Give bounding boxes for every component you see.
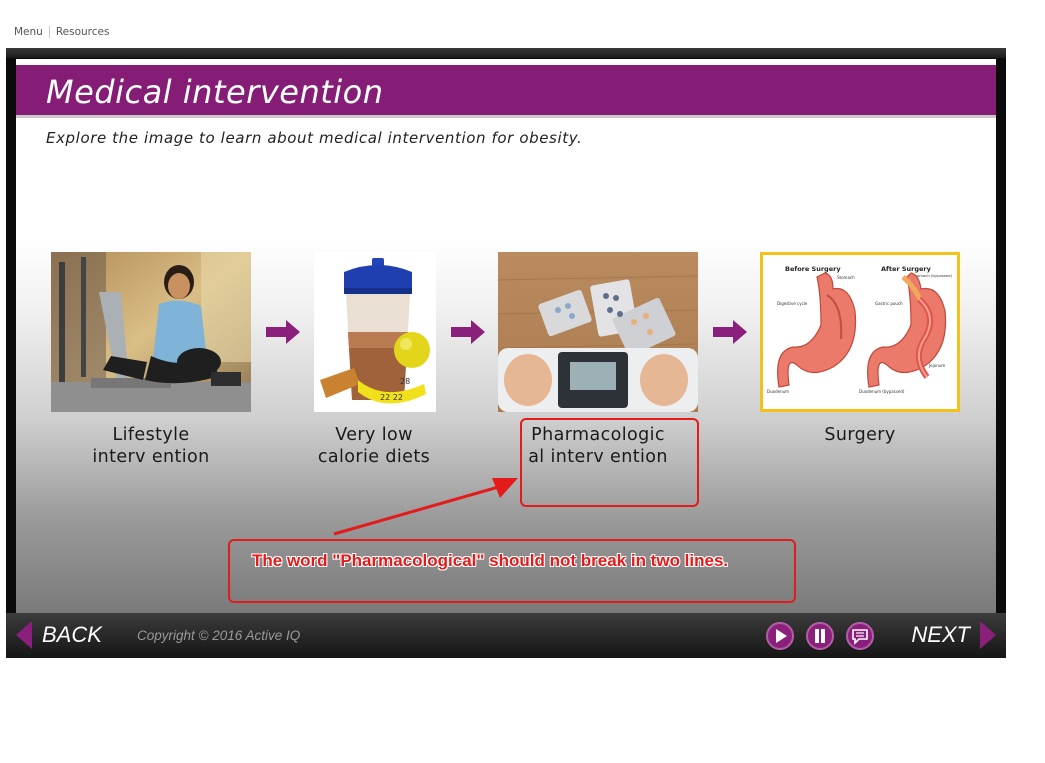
svg-text:Stomach: Stomach <box>837 275 855 280</box>
back-label: BACK <box>42 622 102 647</box>
svg-text:Before Surgery: Before Surgery <box>785 265 841 273</box>
play-icon <box>776 629 787 643</box>
pharmacological-image[interactable] <box>498 252 698 412</box>
lifestyle-image[interactable] <box>51 252 251 412</box>
back-button[interactable]: BACK <box>16 621 102 649</box>
arrow-right-icon <box>713 320 747 344</box>
svg-text:Duodenum: Duodenum <box>767 389 789 394</box>
woman-exercise-bike-photo <box>51 252 251 412</box>
stomach-surgery-diagram: Before Surgery After Surgery Stomach Dig… <box>763 255 957 409</box>
pause-icon <box>815 629 825 643</box>
card-label-line1: Surgery <box>824 425 896 445</box>
card-label-line1: Very low <box>335 425 413 445</box>
pills-on-scale-photo <box>498 252 698 412</box>
chevron-right-icon <box>980 621 996 649</box>
chevron-left-icon <box>16 621 32 649</box>
title-bar: Medical intervention <box>16 65 996 118</box>
card-label-line2: calorie diets <box>317 447 431 467</box>
vlcd-image[interactable]: 22 22 28 <box>314 252 436 412</box>
svg-text:After Surgery: After Surgery <box>881 265 932 273</box>
top-menu: Menu Resources <box>8 24 115 40</box>
card-label-line2: interv ention <box>92 447 210 467</box>
pause-button[interactable] <box>806 622 834 650</box>
annotation-highlight-box <box>520 418 699 507</box>
captions-button[interactable] <box>846 622 874 650</box>
play-button[interactable] <box>766 622 794 650</box>
arrow-right-icon <box>451 320 485 344</box>
svg-text:Digestive cycle: Digestive cycle <box>777 301 808 306</box>
svg-text:22 22: 22 22 <box>380 393 403 402</box>
svg-text:Duodenum (bypassed): Duodenum (bypassed) <box>859 389 905 394</box>
surgery-image[interactable]: Before Surgery After Surgery Stomach Dig… <box>760 252 960 412</box>
card-label-vlcd: Very low calorie diets <box>274 424 474 468</box>
next-label: NEXT <box>911 622 970 647</box>
arrow-right-icon <box>266 320 300 344</box>
caption-icon <box>852 629 868 645</box>
player-top-edge <box>6 48 1006 58</box>
bottom-navbar: BACK Copyright © 2016 Active IQ NEXT <box>6 613 1006 658</box>
card-label-line1: Lifestyle <box>112 425 190 445</box>
page-title: Medical intervention <box>46 73 384 111</box>
annotation-note-box <box>228 539 796 603</box>
annotation-note: The word "Pharmacological" should not br… <box>252 551 729 570</box>
card-label-surgery: Surgery <box>760 424 960 446</box>
slide-subtitle: Explore the image to learn about medical… <box>46 129 583 147</box>
resources-link[interactable]: Resources <box>50 26 116 38</box>
annotation-arrow-icon <box>333 478 518 536</box>
card-label-lifestyle: Lifestyle interv ention <box>51 424 251 468</box>
svg-text:Gastric pouch: Gastric pouch <box>875 301 903 306</box>
shaker-apple-tape-photo: 22 22 28 <box>314 252 436 412</box>
menu-link[interactable]: Menu <box>8 26 49 38</box>
copyright-text: Copyright © 2016 Active IQ <box>137 628 301 643</box>
svg-text:Stomach (bypassed): Stomach (bypassed) <box>913 273 953 278</box>
svg-text:28: 28 <box>400 377 410 386</box>
next-button[interactable]: NEXT <box>911 621 996 649</box>
svg-text:Jejunum: Jejunum <box>928 363 945 368</box>
